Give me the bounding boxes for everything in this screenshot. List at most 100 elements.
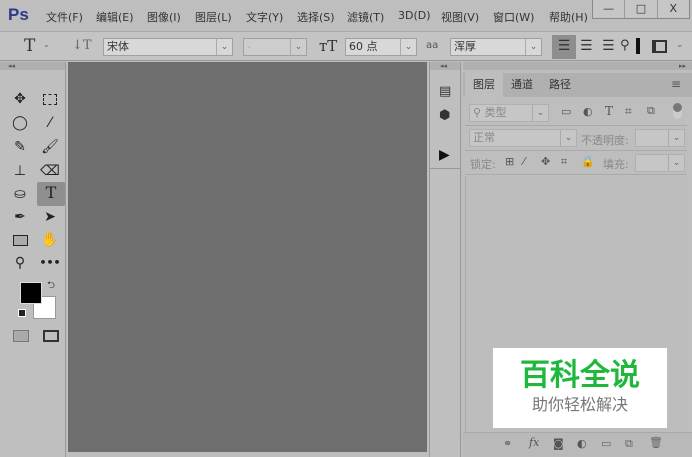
lock-pixels-icon[interactable]: ⁄: [523, 155, 525, 168]
font-family-select[interactable]: 宋体 ⌄: [103, 38, 233, 56]
new-layer-icon[interactable]: ⧉: [625, 437, 633, 451]
menu-item[interactable]: 视图(V): [441, 9, 479, 25]
panel-collapse-toggle[interactable]: ◂◂: [430, 62, 460, 70]
stamp-tool[interactable]: ⊥: [8, 160, 32, 182]
minimize-button[interactable]: —: [593, 0, 626, 18]
blend-row: 正常 ⌄ 不透明度: ⌄: [465, 126, 687, 151]
menu-item[interactable]: 帮助(H): [549, 9, 588, 25]
window-controls: — □ X: [592, 0, 690, 19]
lasso-tool[interactable]: ◯: [8, 112, 32, 134]
collapsed-panels: ◂◂ ▤ ⬢ ▶: [429, 62, 461, 457]
chevron-down-icon: ⌄: [216, 39, 232, 55]
close-button[interactable]: X: [658, 0, 689, 18]
menu-item[interactable]: 图像(I): [147, 9, 181, 25]
maximize-button[interactable]: □: [625, 0, 658, 18]
panel-expand-toggle[interactable]: ▸▸: [463, 62, 692, 70]
shape-filter-icon[interactable]: ⌗: [625, 104, 632, 119]
chevron-down-icon: ⌄: [43, 40, 50, 49]
eraser-tool[interactable]: ⌫: [38, 160, 62, 182]
rectangle-tool[interactable]: [8, 229, 32, 251]
tab-layers[interactable]: 图层: [465, 73, 503, 97]
tools-panel-header[interactable]: ◂◂: [0, 62, 65, 70]
chevron-down-icon: ⌄: [290, 39, 306, 55]
text-tool[interactable]: T: [37, 182, 65, 206]
pen-tool[interactable]: ✒: [8, 206, 32, 228]
align-right-button[interactable]: ☰: [602, 38, 615, 54]
chevron-down-icon[interactable]: ⌄: [676, 40, 684, 50]
menu-item[interactable]: 窗口(W): [493, 9, 534, 25]
default-colors-icon[interactable]: [18, 309, 26, 317]
history-icon[interactable]: ▤: [439, 84, 451, 99]
menu-item[interactable]: 编辑(E): [96, 9, 134, 25]
fx-button[interactable]: fx: [529, 436, 539, 449]
menu-item[interactable]: 文件(F): [46, 9, 83, 25]
adjustment-layer-icon[interactable]: ◐: [577, 437, 587, 450]
tab-paths[interactable]: 路径: [541, 73, 579, 97]
move-tool[interactable]: ✥: [8, 88, 32, 110]
menu-item[interactable]: 图层(L): [195, 9, 232, 25]
font-size-select[interactable]: 60 点 ⌄: [345, 38, 417, 56]
align-center-button[interactable]: ☰: [580, 38, 593, 54]
magic-wand-tool[interactable]: ⁄: [38, 112, 62, 134]
delete-layer-icon[interactable]: 🗑: [649, 436, 663, 449]
hand-tool[interactable]: ✋: [38, 229, 62, 251]
link-layers-icon[interactable]: ⚭: [503, 437, 512, 450]
toggle-text-orientation-icon[interactable]: ↓T: [72, 38, 92, 53]
chevron-down-icon: ⌄: [668, 130, 684, 146]
font-style-select[interactable]: - ⌄: [243, 38, 307, 56]
menu-item[interactable]: 选择(S): [297, 9, 335, 25]
search-icon[interactable]: ⚲: [620, 38, 630, 53]
menu-item[interactable]: 3D(D): [398, 9, 431, 22]
3d-icon[interactable]: ⬢: [439, 108, 450, 123]
new-group-icon[interactable]: ▭: [601, 437, 611, 450]
marquee-tool[interactable]: [38, 88, 62, 110]
lock-all-icon[interactable]: 🔒: [581, 155, 595, 168]
add-mask-icon[interactable]: ◙: [553, 437, 564, 450]
lock-position-icon[interactable]: ✥: [541, 155, 550, 168]
paint-bucket-tool[interactable]: ⛀: [8, 183, 32, 205]
chevron-down-icon: ⌄: [668, 155, 684, 171]
align-left-button[interactable]: ☰: [552, 35, 576, 59]
menu-bar: Ps — □ X 文件(F) 编辑(E) 图像(I) 图层(L) 文字(Y) 选择(S) 滤…: [0, 0, 692, 30]
layers-footer: ⚭ fx ◙ ◐ ▭ ⧉ 🗑: [463, 432, 692, 457]
filter-toggle[interactable]: [673, 103, 682, 119]
lock-transparent-icon[interactable]: ⊞: [505, 155, 514, 168]
lock-label: 锁定:: [470, 158, 496, 171]
swap-colors-icon[interactable]: ⮌: [47, 278, 55, 295]
document-canvas-area[interactable]: [68, 62, 427, 452]
quick-mask-icon[interactable]: [13, 330, 29, 342]
opacity-input[interactable]: ⌄: [635, 129, 685, 147]
zoom-tool[interactable]: ⚲: [8, 252, 32, 274]
foreground-color-swatch[interactable]: [20, 282, 42, 304]
pixel-filter-icon[interactable]: ▭: [561, 105, 571, 118]
chevron-down-icon: ⌄: [525, 39, 541, 55]
lock-artboard-icon[interactable]: ⌗: [561, 155, 567, 169]
font-size-icon: ᴛT: [319, 37, 338, 55]
fill-input[interactable]: ⌄: [635, 154, 685, 172]
chevron-down-icon: ⌄: [560, 130, 576, 146]
blend-mode-select[interactable]: 正常 ⌄: [469, 129, 577, 147]
brush-tool[interactable]: 🖌: [38, 136, 62, 158]
chevron-down-icon: ⌄: [400, 39, 416, 55]
watermark-title: 百科全说: [520, 358, 640, 393]
screen-mode-icon[interactable]: [43, 330, 59, 342]
watermark: 百科全说 助你轻松解决: [493, 348, 667, 428]
path-selection-tool[interactable]: ➤: [38, 206, 62, 228]
menu-item[interactable]: 滤镜(T): [347, 9, 384, 25]
tab-channels[interactable]: 通道: [503, 73, 541, 97]
type-filter-icon[interactable]: T: [605, 104, 613, 118]
text-color-swatch[interactable]: [636, 38, 640, 54]
adjustment-filter-icon[interactable]: ◐: [583, 105, 593, 118]
panel-menu-icon[interactable]: ≡: [671, 77, 681, 91]
more-tools[interactable]: •••: [38, 252, 62, 274]
eyedropper-tool[interactable]: ✎: [8, 136, 32, 158]
menu-item[interactable]: 文字(Y): [246, 9, 283, 25]
filter-type-select[interactable]: ⚲ 类型 ⌄: [469, 104, 549, 122]
antialias-select[interactable]: 浑厚 ⌄: [450, 38, 542, 56]
smart-object-filter-icon[interactable]: ⧉: [647, 104, 655, 118]
chevron-down-icon: ⌄: [532, 105, 548, 121]
tool-preset-picker[interactable]: T: [24, 36, 35, 56]
character-panel-icon[interactable]: [652, 40, 667, 53]
opacity-label: 不透明度:: [581, 134, 629, 147]
actions-play-icon[interactable]: ▶: [439, 147, 450, 163]
